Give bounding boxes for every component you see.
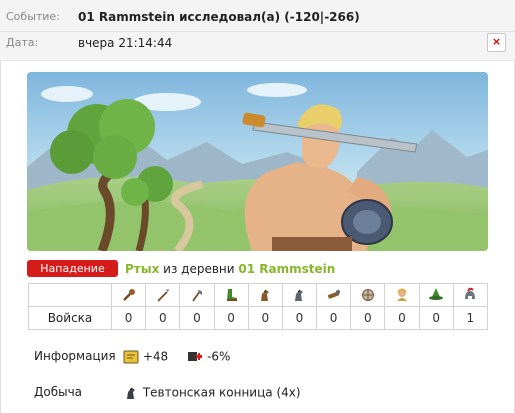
- unit-10: [418, 283, 454, 307]
- unit-2: [145, 283, 181, 307]
- attacker-player-link[interactable]: Ртых: [125, 262, 159, 276]
- info-label: Информация: [34, 349, 116, 363]
- chief-icon: [396, 288, 407, 301]
- settler-hat-icon: [429, 288, 444, 300]
- subject-label: Событие:: [6, 10, 60, 23]
- unit-11: [452, 283, 489, 307]
- troop-icons-header: [28, 283, 112, 307]
- unit-count: 0: [247, 306, 283, 330]
- horse-icon: [261, 289, 270, 301]
- loot-label: Добыча: [34, 385, 83, 399]
- experience-value: +48: [142, 349, 169, 364]
- troops-row-label: Войска: [28, 306, 112, 330]
- spear-icon: [157, 289, 169, 302]
- health-icon: [188, 351, 203, 361]
- delete-report-button[interactable]: ×: [487, 33, 506, 52]
- unit-1: [110, 283, 147, 307]
- report-date: вчера 21:14:44: [78, 36, 173, 50]
- ram-icon: [327, 290, 340, 299]
- unit-7: [316, 283, 352, 307]
- unit-count: 0: [110, 306, 147, 330]
- unit-6: [281, 283, 318, 307]
- unit-count: 0: [145, 306, 181, 330]
- unit-count: 0: [213, 306, 249, 330]
- loot-values: Тевтонская конница (4x): [123, 382, 301, 403]
- knight-horse-icon: [295, 289, 304, 301]
- hero-adventure-illustration: [27, 72, 488, 251]
- troops-table: Войска 0 0 0 0 0 0 0 0 0 0 1: [28, 283, 489, 330]
- subject-row: Событие: 01 Rammstein исследовал(а) (-12…: [0, 3, 515, 32]
- unit-count: 0: [384, 306, 420, 330]
- date-label: Дата:: [6, 36, 39, 49]
- date-row: Дата: вчера 21:14:44: [0, 29, 515, 57]
- club-icon: [122, 289, 135, 301]
- attacker-village-link[interactable]: 01 Rammstein: [238, 262, 335, 276]
- troop-icons-row: [28, 283, 489, 307]
- teutonic-cavalry-icon: [127, 387, 135, 399]
- close-icon: ×: [491, 35, 502, 48]
- unit-9: [384, 283, 420, 307]
- report-header: Событие: 01 Rammstein исследовал(а) (-12…: [0, 0, 515, 60]
- unit-count: 1: [452, 306, 489, 330]
- unit-4: [213, 283, 249, 307]
- axe-icon: [192, 290, 203, 302]
- unit-count: 0: [179, 306, 215, 330]
- health-value: -6%: [207, 349, 231, 364]
- unit-5: [247, 283, 283, 307]
- unit-count: 0: [350, 306, 386, 330]
- from-village-text: из деревни: [163, 262, 235, 276]
- troop-counts-row: Войска 0 0 0 0 0 0 0 0 0 0 1: [28, 306, 489, 330]
- hero-helmet-icon: [465, 287, 476, 299]
- experience-icon: [123, 350, 139, 363]
- unit-8: [350, 283, 386, 307]
- loot-value: Тевтонская конница (4x): [142, 385, 301, 400]
- report-subject: 01 Rammstein исследовал(а) (-120|-266): [78, 10, 360, 24]
- catapult-icon: [361, 289, 374, 301]
- attack-badge: Нападение: [27, 260, 118, 277]
- unit-count: 0: [281, 306, 318, 330]
- unit-count: 0: [316, 306, 352, 330]
- boot-icon: [227, 289, 238, 301]
- unit-3: [179, 283, 215, 307]
- unit-count: 0: [418, 306, 454, 330]
- info-values: +48 -6%: [123, 346, 230, 367]
- attacker-line: Ртых из деревни 01 Rammstein: [125, 260, 335, 278]
